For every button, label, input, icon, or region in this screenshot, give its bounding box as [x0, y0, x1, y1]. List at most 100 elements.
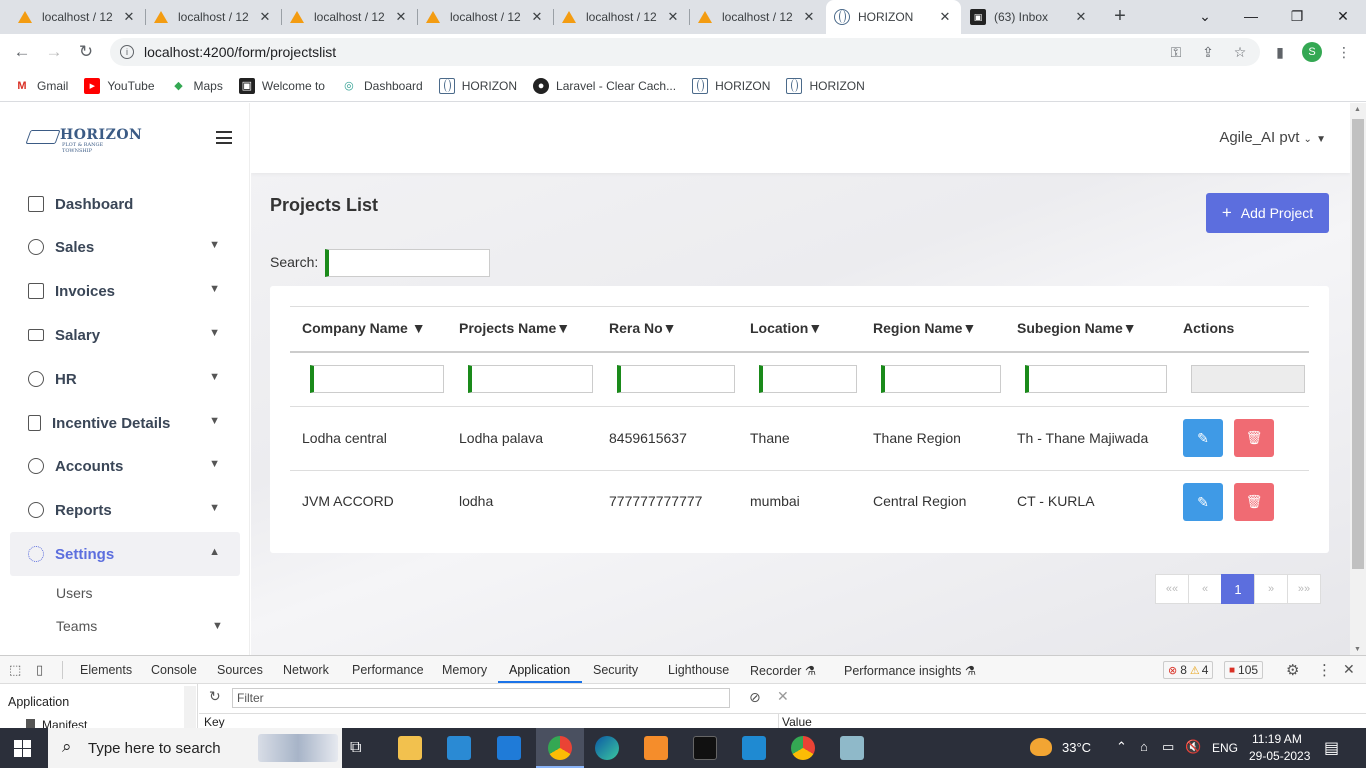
close-icon[interactable]: ✕ — [1073, 9, 1089, 25]
bookmark-gmail[interactable]: M Gmail — [14, 78, 68, 94]
address-bar[interactable]: i localhost:4200/form/projectslist — [110, 38, 1260, 66]
col-header-company-name[interactable]: Company Name ▼ — [302, 320, 426, 336]
col-header-subregion-name[interactable]: Subegion Name▼ — [1017, 320, 1137, 336]
chrome-profile-icon[interactable] — [791, 736, 815, 760]
profile-avatar[interactable]: S — [1302, 42, 1322, 62]
bookmark-horizon[interactable]: HORIZON — [438, 77, 517, 94]
sidebar-item-incentive-details[interactable]: Incentive Details ▼ — [10, 401, 240, 445]
windows-start-icon[interactable] — [14, 740, 31, 757]
edge-icon[interactable] — [595, 736, 619, 760]
scrollbar-thumb[interactable] — [1352, 119, 1364, 569]
notifications-icon[interactable]: ▤ — [1324, 738, 1339, 758]
bookmark-maps[interactable]: ◆ Maps — [171, 78, 223, 94]
browser-tab[interactable]: localhost / 12 ✕ — [282, 0, 417, 34]
sidebar-item-reports[interactable]: Reports ▼ — [10, 488, 240, 532]
bookmark-horizon[interactable]: HORIZON — [786, 77, 865, 94]
clear-all-icon[interactable]: ⊘ — [749, 689, 761, 706]
col-header-projects-name[interactable]: Projects Name▼ — [459, 320, 570, 336]
browser-tab[interactable]: localhost / 12 ✕ — [554, 0, 689, 34]
task-view-icon[interactable]: ⧉ — [350, 739, 361, 757]
delete-button[interactable]: 🗑 — [1234, 419, 1274, 457]
close-icon[interactable]: ✕ — [393, 9, 409, 25]
browser-tab-active[interactable]: HORIZON ✕ — [826, 0, 961, 34]
devtools-tab-console[interactable]: Console — [151, 663, 197, 677]
browser-tab[interactable]: localhost / 12 ✕ — [418, 0, 553, 34]
tab-search-button[interactable]: ⌄ — [1182, 0, 1228, 32]
pagination-prev[interactable]: « — [1188, 574, 1222, 604]
hamburger-menu-icon[interactable] — [216, 131, 232, 144]
sidebar-item-hr[interactable]: HR ▼ — [10, 357, 240, 401]
bookmark-youtube[interactable]: ▶ YouTube — [84, 77, 155, 94]
browser-tab[interactable]: localhost / 12 ✕ — [690, 0, 825, 34]
edit-button[interactable]: ✎ — [1183, 483, 1223, 521]
bookmark-horizon[interactable]: HORIZON — [692, 77, 770, 94]
vscode-icon[interactable] — [742, 736, 766, 760]
devtools-tab-recorder[interactable]: Recorder ⚗ — [750, 663, 816, 678]
bookmark-welcome[interactable]: ▣ Welcome to — [238, 77, 325, 94]
scroll-up-icon[interactable]: ▲ — [1354, 106, 1361, 113]
devtools-tab-elements[interactable]: Elements — [80, 663, 132, 677]
devtools-tab-performance[interactable]: Performance — [352, 663, 424, 677]
issues-badge[interactable]: ■ 105 — [1224, 661, 1264, 679]
close-icon[interactable]: ✕ — [801, 9, 817, 25]
new-tab-button[interactable]: + — [1108, 4, 1132, 28]
scroll-down-icon[interactable]: ▼ — [1354, 646, 1361, 653]
add-project-button[interactable]: + Add Project — [1206, 193, 1329, 233]
battery-icon[interactable]: ▭ — [1162, 739, 1174, 755]
tray-expand-icon[interactable]: ⌃ — [1116, 739, 1127, 755]
bookmark-dashboard[interactable]: ◎ Dashboard — [341, 78, 423, 94]
pagination-current-page[interactable]: 1 — [1221, 574, 1255, 604]
filter-input[interactable]: Filter — [232, 688, 730, 708]
browser-tab[interactable]: ▣ (63) Inbox ✕ — [962, 0, 1097, 34]
devtools-tab-network[interactable]: Network — [283, 663, 329, 677]
taskbar-search-box[interactable]: ⌕ Type here to search — [48, 728, 342, 768]
forward-button[interactable]: → — [38, 34, 70, 70]
restore-button[interactable]: ❐ — [1274, 0, 1320, 32]
terminal-icon[interactable] — [693, 736, 717, 760]
menu-dots-icon[interactable]: ⋮ — [1334, 42, 1354, 62]
microsoft-store-icon[interactable] — [447, 736, 471, 760]
settings-gear-icon[interactable]: ⚙ — [1286, 661, 1299, 679]
more-options-icon[interactable]: ⋮ — [1317, 661, 1332, 679]
app-icon[interactable] — [840, 736, 864, 760]
minimize-button[interactable]: — — [1228, 0, 1274, 32]
close-icon[interactable]: ✕ — [665, 9, 681, 25]
devtools-tab-application[interactable]: Application — [509, 663, 570, 677]
devtools-tab-sources[interactable]: Sources — [217, 663, 263, 677]
back-button[interactable]: ← — [6, 34, 38, 70]
share-icon[interactable]: ⇪ — [1198, 42, 1218, 62]
page-scrollbar[interactable]: ▲ ▼ — [1350, 103, 1366, 655]
pagination-last[interactable]: »» — [1287, 574, 1321, 604]
close-devtools-icon[interactable]: ✕ — [1343, 661, 1355, 678]
devtools-tab-memory[interactable]: Memory — [442, 663, 487, 677]
col-header-location[interactable]: Location▼ — [750, 320, 822, 336]
sidebar-item-accounts[interactable]: Accounts ▼ — [10, 444, 240, 488]
network-icon[interactable]: ⌂ — [1140, 739, 1148, 754]
mail-icon[interactable] — [497, 736, 521, 760]
devtools-tab-lighthouse[interactable]: Lighthouse — [668, 663, 729, 677]
sidebar-subitem-users[interactable]: Users — [56, 585, 93, 601]
pagination-next[interactable]: » — [1254, 574, 1288, 604]
side-panel-icon[interactable]: ▮ — [1270, 42, 1290, 62]
close-icon[interactable]: ✕ — [257, 9, 273, 25]
close-window-button[interactable]: ✕ — [1320, 0, 1366, 32]
clock-time[interactable]: 11:19 AM — [1252, 732, 1302, 746]
close-icon[interactable]: ✕ — [937, 9, 953, 25]
delete-selected-icon[interactable]: ✕ — [777, 688, 789, 705]
pagination-first[interactable]: «« — [1155, 574, 1189, 604]
col-header-rera-no[interactable]: Rera No▼ — [609, 320, 677, 336]
sidebar-item-sales[interactable]: Sales ▼ — [10, 225, 240, 269]
star-icon[interactable]: ☆ — [1230, 42, 1250, 62]
filter-company-name[interactable] — [310, 365, 444, 393]
filter-location[interactable] — [759, 365, 857, 393]
info-icon[interactable]: i — [120, 45, 134, 59]
close-icon[interactable]: ✕ — [529, 9, 545, 25]
browser-tab[interactable]: localhost / 12 ✕ — [146, 0, 281, 34]
sidebar-item-salary[interactable]: Salary ▼ — [10, 313, 240, 357]
filter-subregion-name[interactable] — [1025, 365, 1167, 393]
devtools-tab-security[interactable]: Security — [593, 663, 638, 677]
filter-rera-no[interactable] — [617, 365, 735, 393]
device-toolbar-icon[interactable]: ▯ — [36, 662, 43, 678]
edit-button[interactable]: ✎ — [1183, 419, 1223, 457]
clock-date[interactable]: 29-05-2023 — [1249, 749, 1310, 763]
